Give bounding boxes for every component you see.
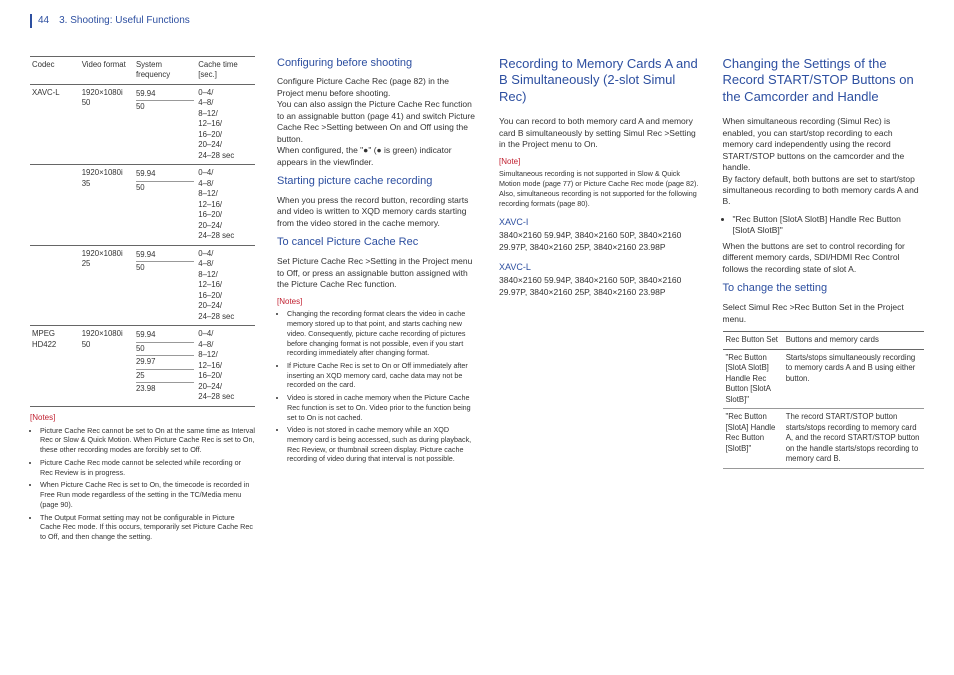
note-text: Simultaneous recording is not supported … (499, 169, 701, 208)
table-cell: 1920×1080i 25 (80, 245, 134, 326)
column-2: Configuring before shooting Configure Pi… (277, 56, 477, 546)
table-cell: XAVC-L (30, 84, 80, 165)
th-codec: Codec (30, 56, 80, 84)
table-cell: 1920×1080i 50 (80, 326, 134, 407)
list-item: Picture Cache Rec cannot be set to On at… (40, 426, 255, 455)
table-cell: 0–4/ 4–8/ 8–12/ 12–16/ 16–20/ 20–24/ 24–… (196, 245, 255, 326)
list-item: Video is not stored in cache memory whil… (287, 425, 477, 464)
breadcrumb: 3. Shooting: Useful Functions (59, 14, 190, 28)
page-number: 44 (38, 14, 49, 28)
table-cell: 59.945029.972523.98 (134, 326, 196, 407)
th-video: Video format (80, 56, 134, 84)
text: When simultaneous recording (Simul Rec) … (723, 116, 925, 208)
text: Configure Picture Cache Rec (page 82) in… (277, 76, 477, 168)
notes-list: Picture Cache Rec cannot be set to On at… (30, 426, 255, 542)
heading-change: To change the setting (723, 281, 925, 296)
heading-start: Starting picture cache recording (277, 174, 477, 189)
th-freq: System frequency (134, 56, 196, 84)
table-cell (30, 165, 80, 246)
table-cell: 59.9450 (134, 84, 196, 165)
table-cell (30, 245, 80, 326)
list-item: Changing the recording format clears the… (287, 309, 477, 358)
table-cell: "Rec Button [SlotA] Handle Rec Button [S… (723, 409, 783, 469)
table-cell: 59.9450 (134, 245, 196, 326)
list-item: Video is stored in cache memory when the… (287, 393, 477, 422)
table-cell: 0–4/ 4–8/ 8–12/ 12–16/ 16–20/ 20–24/ 24–… (196, 326, 255, 407)
codec-table: Codec Video format System frequency Cach… (30, 56, 255, 407)
table-cell: The record START/STOP button starts/stop… (783, 409, 924, 469)
list-item: When Picture Cache Rec is set to On, the… (40, 480, 255, 509)
section-title: Recording to Memory Cards A and B Simult… (499, 56, 701, 107)
text: Set Picture Cache Rec >Setting in the Pr… (277, 256, 477, 290)
notes-list: Changing the recording format clears the… (277, 309, 477, 464)
bullet-list: "Rec Button [SlotA SlotB] Handle Rec But… (723, 214, 925, 237)
text: When you press the record button, record… (277, 195, 477, 229)
column-4: Changing the Settings of the Record STAR… (723, 56, 925, 546)
table-cell: Starts/stops simultaneously recording to… (783, 349, 924, 409)
table-cell: 0–4/ 4–8/ 8–12/ 12–16/ 16–20/ 20–24/ 24–… (196, 165, 255, 246)
table-cell: MPEG HD422 (30, 326, 80, 407)
table-cell: 1920×1080i 50 (80, 84, 134, 165)
notes-label: [Notes] (277, 297, 477, 308)
table-cell: 0–4/ 4–8/ 8–12/ 12–16/ 16–20/ 20–24/ 24–… (196, 84, 255, 165)
notes-label: [Notes] (30, 413, 255, 424)
column-1: Codec Video format System frequency Cach… (30, 56, 255, 546)
heading-xavcl: XAVC-L (499, 261, 701, 273)
text: 3840×2160 59.94P, 3840×2160 50P, 3840×21… (499, 230, 701, 253)
section-title: Changing the Settings of the Record STAR… (723, 56, 925, 107)
heading-xavci: XAVC-I (499, 216, 701, 228)
column-3: Recording to Memory Cards A and B Simult… (499, 56, 701, 546)
list-item: If Picture Cache Rec is set to On or Off… (287, 361, 477, 390)
table-cell: 59.9450 (134, 165, 196, 246)
text: Select Simul Rec >Rec Button Set in the … (723, 302, 925, 325)
list-item: The Output Format setting may not be con… (40, 513, 255, 542)
th-cache: Cache time [sec.] (196, 56, 255, 84)
list-item: "Rec Button [SlotA SlotB] Handle Rec But… (733, 214, 925, 237)
table-cell: 1920×1080i 35 (80, 165, 134, 246)
text: You can record to both memory card A and… (499, 116, 701, 150)
list-item: Picture Cache Rec mode cannot be selecte… (40, 458, 255, 477)
heading-config: Configuring before shooting (277, 56, 477, 71)
table-cell: "Rec Button [SlotA SlotB] Handle Rec But… (723, 349, 783, 409)
page-header: 44 3. Shooting: Useful Functions (30, 14, 924, 28)
th-set: Rec Button Set (723, 332, 783, 350)
rec-button-table: Rec Button Set Buttons and memory cards … (723, 331, 925, 469)
text: When the buttons are set to control reco… (723, 241, 925, 275)
text: 3840×2160 59.94P, 3840×2160 50P, 3840×21… (499, 275, 701, 298)
th-buttons: Buttons and memory cards (783, 332, 924, 350)
note-label: [Note] (499, 157, 701, 168)
heading-cancel: To cancel Picture Cache Rec (277, 235, 477, 250)
